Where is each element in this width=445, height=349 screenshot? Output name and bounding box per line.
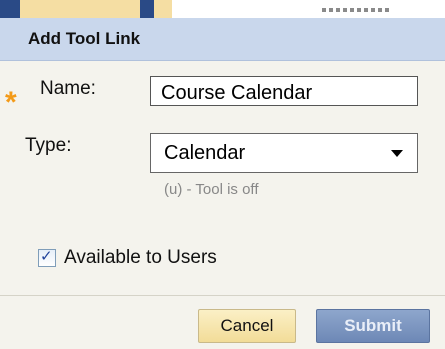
background-tab [154, 0, 172, 18]
submit-button[interactable]: Submit [316, 309, 430, 343]
footer-divider [0, 295, 445, 296]
type-select-value: Calendar [164, 142, 246, 164]
type-label: Type: [25, 135, 72, 156]
name-label: Name: [40, 78, 96, 99]
chevron-down-icon[interactable] [391, 150, 403, 157]
background-tab [140, 0, 154, 18]
background-tab [20, 0, 140, 18]
required-asterisk-icon: * [5, 86, 17, 119]
available-to-users-label[interactable]: Available to Users [64, 247, 217, 269]
background-dashed-line [322, 8, 392, 12]
available-to-users-checkbox[interactable]: ✓ [38, 248, 56, 267]
checkmark-icon: ✓ [40, 248, 53, 265]
add-tool-link-dialog: Add Tool Link * Name: Course Calendar Ty… [0, 18, 445, 349]
dialog-title-bar: Add Tool Link [0, 18, 445, 61]
background-window-strip [0, 0, 445, 18]
cancel-button[interactable]: Cancel [198, 309, 296, 343]
name-input[interactable]: Course Calendar [150, 76, 418, 106]
type-select[interactable]: Calendar [150, 133, 418, 173]
type-hint: (u) - Tool is off [164, 181, 259, 198]
dialog-title: Add Tool Link [28, 29, 141, 48]
background-tab [0, 0, 20, 18]
